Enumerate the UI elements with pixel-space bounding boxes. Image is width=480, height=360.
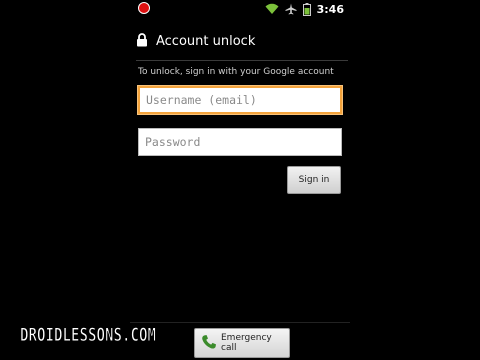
clock: 3:46 — [316, 2, 344, 16]
battery-icon — [302, 2, 311, 16]
phone-icon — [201, 334, 217, 353]
wifi-icon — [265, 3, 279, 15]
watermark-logo: DROIDLESSONS.COM — [20, 324, 157, 347]
header-divider — [136, 60, 348, 61]
page-header: Account unlock — [136, 30, 255, 52]
airplane-icon — [285, 3, 297, 15]
bottom-divider — [130, 322, 350, 323]
lock-screen: 3:46 Account unlock To unlock, sign in w… — [130, 0, 350, 360]
page-title: Account unlock — [156, 33, 256, 49]
watermark-text: DROIDLESSONS.COM — [20, 324, 156, 346]
emergency-call-button[interactable]: Emergency call — [194, 328, 290, 358]
emergency-call-label: Emergency call — [221, 333, 272, 353]
password-input[interactable] — [138, 128, 342, 156]
username-input[interactable] — [138, 86, 342, 114]
status-icons: 3:46 — [265, 1, 344, 17]
instruction-text: To unlock, sign in with your Google acco… — [138, 67, 334, 77]
record-dot — [138, 2, 150, 14]
sign-in-button[interactable]: Sign in — [287, 166, 341, 194]
lock-icon — [136, 32, 148, 51]
status-bar: 3:46 — [130, 0, 350, 18]
